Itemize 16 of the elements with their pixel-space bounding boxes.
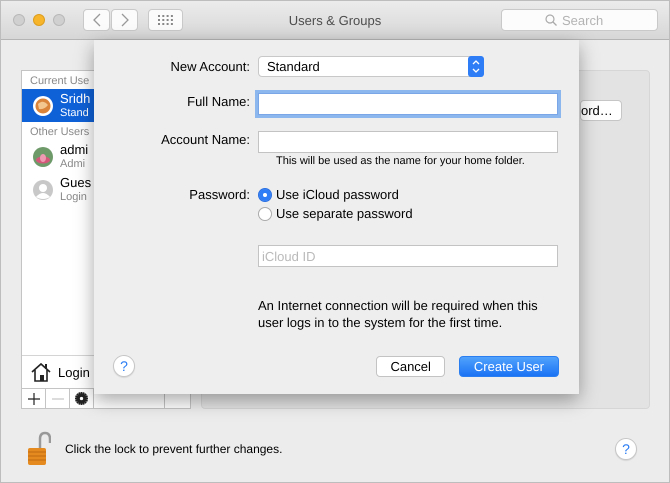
- field-hint: This will be used as the name for your home folder.: [276, 155, 526, 167]
- field-label: Full Name:: [186, 94, 250, 108]
- field-label: Password:: [188, 187, 250, 202]
- user-name: Gues: [60, 176, 92, 190]
- section-header: Other Users: [29, 125, 90, 140]
- lock-message: Click the lock to prevent further changes.: [65, 442, 282, 456]
- section-header: Current Use: [29, 74, 90, 89]
- field-label: New Account:: [170, 59, 250, 74]
- user-name: Sridh: [60, 92, 90, 106]
- window-title: Users & Groups: [288, 12, 382, 28]
- user-role: Stand: [60, 106, 89, 120]
- user-name: admi: [60, 142, 88, 156]
- info-text: An Internet connection will be required when this user logs in to the system for the first time.: [258, 297, 539, 331]
- field-label: Account Name:: [160, 132, 250, 146]
- user-role: Login: [60, 190, 87, 204]
- user-role: Admi: [60, 156, 86, 170]
